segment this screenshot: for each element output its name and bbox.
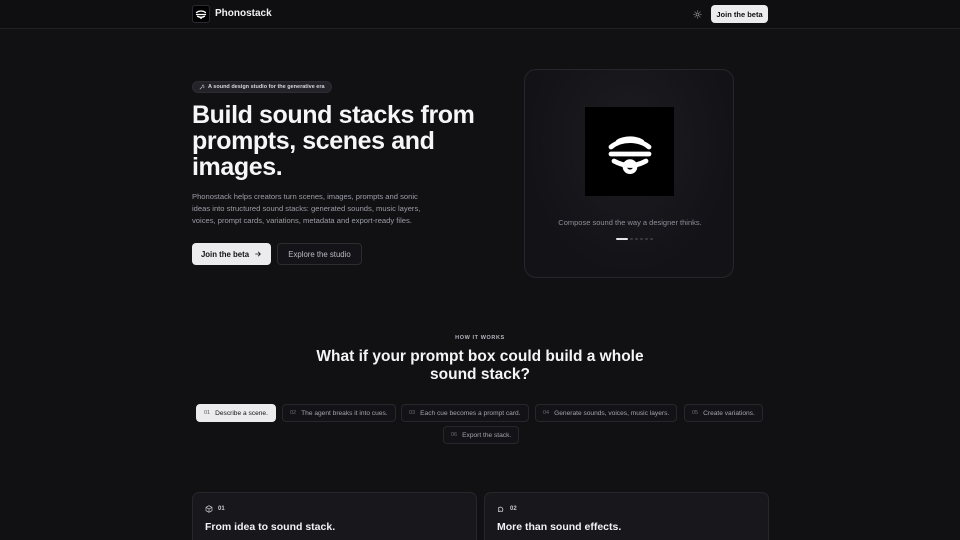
feature-number: 02 xyxy=(510,506,517,512)
step-label: Export the stack. xyxy=(462,431,512,439)
join-beta-button[interactable]: Join the beta xyxy=(192,243,271,265)
step-tab-06[interactable]: 06 Export the stack. xyxy=(443,426,520,444)
section-title: What if your prompt box could build a wh… xyxy=(316,348,644,383)
step-number: 06 xyxy=(451,432,458,438)
step-label: Generate sounds, voices, music layers. xyxy=(554,409,670,417)
brand-name[interactable]: Phonostack xyxy=(215,8,272,19)
carousel-dot[interactable] xyxy=(635,238,638,240)
feature-header: 01 xyxy=(205,505,225,513)
hero-pill-text: A sound design studio for the generative… xyxy=(208,84,325,90)
theme-toggle-button[interactable] xyxy=(690,7,704,21)
carousel-dot[interactable] xyxy=(630,238,633,240)
sun-icon xyxy=(692,9,702,19)
step-label: Each cue becomes a prompt card. xyxy=(420,409,521,417)
carousel-dot[interactable] xyxy=(640,238,643,240)
join-beta-label: Join the beta xyxy=(200,249,250,259)
feature-title: More than sound effects. xyxy=(497,521,622,533)
hero-pill-badge: A sound design studio for the generative… xyxy=(192,81,332,93)
phonostack-logo-icon xyxy=(195,10,207,19)
hero-title: Build sound stacks from prompts, scenes … xyxy=(192,101,475,181)
step-number: 04 xyxy=(543,410,550,416)
hero-showcase-card: Compose sound the way a designer thinks. xyxy=(524,69,734,278)
step-tab-04[interactable]: 04 Generate sounds, voices, music layers… xyxy=(535,404,678,422)
feature-header: 02 xyxy=(497,505,517,513)
join-beta-header-button[interactable]: Join the beta xyxy=(711,5,768,23)
puzzle-icon xyxy=(498,506,504,512)
step-tab-05[interactable]: 05 Create variations. xyxy=(684,404,763,422)
carousel-dot[interactable] xyxy=(645,238,648,240)
step-number: 03 xyxy=(409,410,416,416)
step-number: 01 xyxy=(204,410,211,416)
carousel-dot[interactable] xyxy=(616,238,628,240)
sparkle-icon xyxy=(199,84,205,90)
step-number: 02 xyxy=(290,410,297,416)
carousel-indicator xyxy=(616,238,653,240)
phonostack-logo-icon xyxy=(608,135,651,174)
step-label: Describe a scene. xyxy=(215,409,268,417)
showcase-caption: Compose sound the way a designer thinks. xyxy=(558,218,702,227)
cube-icon xyxy=(205,505,213,513)
step-label: The agent breaks it into cues. xyxy=(301,409,388,417)
brand-logo[interactable] xyxy=(192,5,210,23)
feature-number: 01 xyxy=(218,506,225,512)
hero-description: Phonostack helps creators turn scenes, i… xyxy=(192,192,421,225)
feature-title: From idea to sound stack. xyxy=(205,521,336,533)
step-tab-01[interactable]: 01 Describe a scene. xyxy=(196,404,276,422)
carousel-dot[interactable] xyxy=(650,238,653,240)
section-eyebrow: HOW IT WORKS xyxy=(455,335,505,341)
step-label: Create variations. xyxy=(703,409,755,417)
feature-card-01: 01 From idea to sound stack. xyxy=(192,492,477,540)
step-number: 05 xyxy=(692,410,699,416)
showcase-logo xyxy=(585,107,674,196)
step-tab-03[interactable]: 03 Each cue becomes a prompt card. xyxy=(401,404,529,422)
site-header: Phonostack Join the beta xyxy=(0,0,960,29)
explore-studio-button[interactable]: Explore the studio xyxy=(277,243,362,265)
feature-card-02: 02 More than sound effects. xyxy=(484,492,769,540)
step-tab-02[interactable]: 02 The agent breaks it into cues. xyxy=(282,404,396,422)
arrow-right-icon xyxy=(255,251,261,257)
